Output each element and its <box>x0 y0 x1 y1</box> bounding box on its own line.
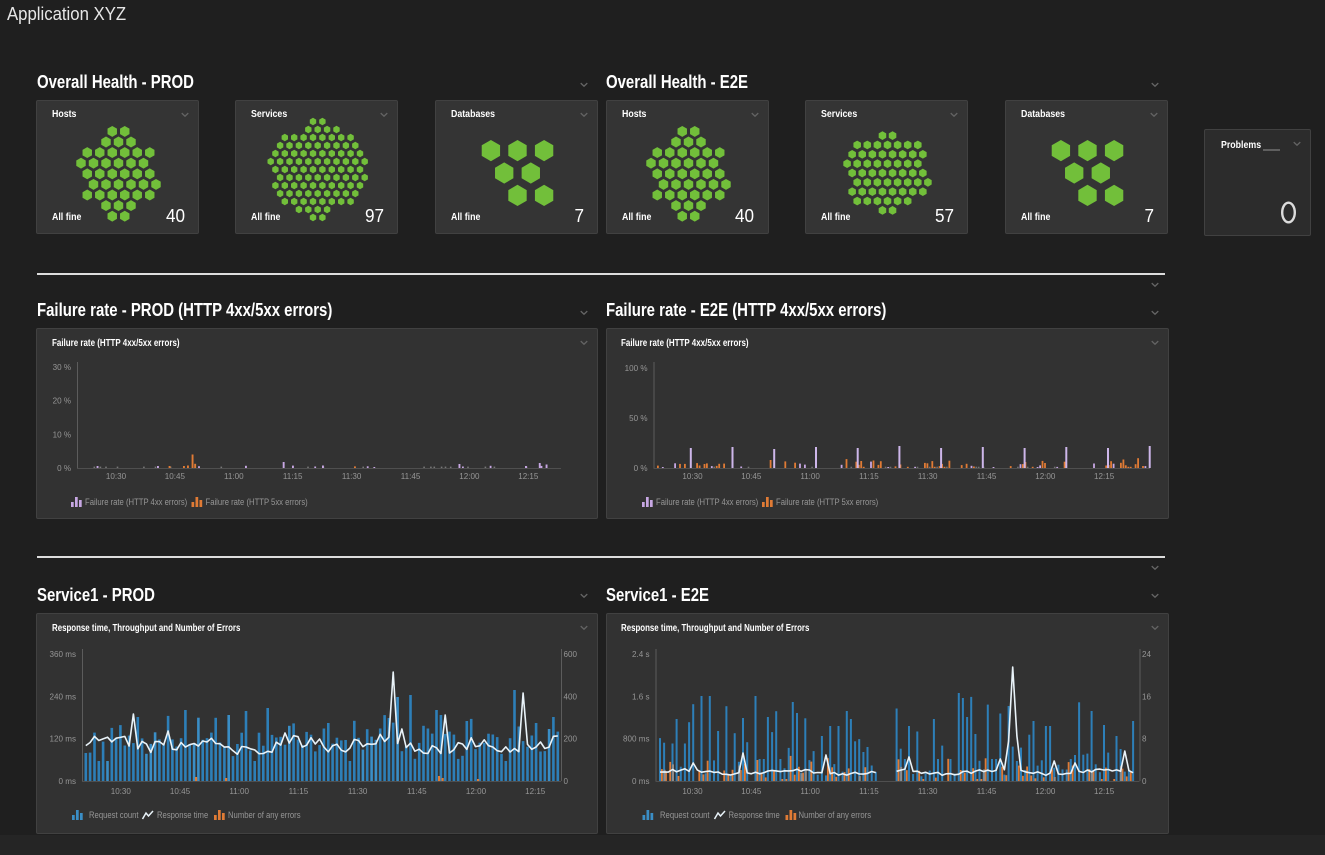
svg-text:Response time: Response time <box>728 809 779 820</box>
svg-text:12:15: 12:15 <box>518 471 539 481</box>
svg-text:10:45: 10:45 <box>741 786 762 796</box>
svg-text:11:15: 11:15 <box>859 471 879 481</box>
svg-text:10:30: 10:30 <box>682 786 703 796</box>
svg-text:11:30: 11:30 <box>917 786 937 796</box>
svg-text:16: 16 <box>1142 691 1151 701</box>
svg-text:11:00: 11:00 <box>229 786 249 796</box>
svg-text:12:15: 12:15 <box>525 786 546 796</box>
svg-text:12:00: 12:00 <box>466 786 487 796</box>
svg-text:24: 24 <box>1142 649 1151 659</box>
svg-text:11:45: 11:45 <box>401 471 421 481</box>
svg-text:12:00: 12:00 <box>1035 471 1056 481</box>
svg-text:360 ms: 360 ms <box>50 649 76 659</box>
svg-text:600: 600 <box>564 649 578 659</box>
svg-text:11:00: 11:00 <box>224 471 244 481</box>
svg-text:100 %: 100 % <box>624 363 647 373</box>
svg-text:0 %: 0 % <box>633 463 648 473</box>
svg-text:12:00: 12:00 <box>1035 786 1056 796</box>
svg-text:11:15: 11:15 <box>289 786 309 796</box>
svg-text:0 ms: 0 ms <box>632 776 649 786</box>
svg-text:11:00: 11:00 <box>800 786 820 796</box>
svg-text:800 ms: 800 ms <box>623 733 649 743</box>
svg-text:Response time: Response time <box>157 809 208 820</box>
svg-text:10:45: 10:45 <box>170 786 191 796</box>
svg-text:10:45: 10:45 <box>741 471 762 481</box>
svg-text:12:15: 12:15 <box>1094 786 1115 796</box>
svg-text:10:30: 10:30 <box>106 471 127 481</box>
svg-text:Number of any errors: Number of any errors <box>228 809 301 820</box>
svg-text:11:45: 11:45 <box>976 786 996 796</box>
svg-text:Request count: Request count <box>660 809 710 820</box>
svg-text:11:30: 11:30 <box>917 471 937 481</box>
svg-text:11:30: 11:30 <box>348 786 368 796</box>
svg-text:1.6 s: 1.6 s <box>631 691 649 701</box>
svg-text:Request count: Request count <box>89 809 139 820</box>
svg-text:0: 0 <box>1142 776 1147 786</box>
svg-text:20 %: 20 % <box>53 395 72 405</box>
svg-text:11:30: 11:30 <box>342 471 362 481</box>
svg-text:0 ms: 0 ms <box>59 776 76 786</box>
svg-text:240 ms: 240 ms <box>50 691 76 701</box>
svg-text:Number of any errors: Number of any errors <box>798 809 871 820</box>
svg-text:Failure rate (HTTP 4xx errors): Failure rate (HTTP 4xx errors) <box>656 496 758 507</box>
svg-text:12:00: 12:00 <box>459 471 480 481</box>
svg-text:11:00: 11:00 <box>800 471 820 481</box>
svg-text:400: 400 <box>564 691 578 701</box>
svg-text:11:15: 11:15 <box>283 471 303 481</box>
svg-text:12:15: 12:15 <box>1094 471 1115 481</box>
svg-text:Failure rate (HTTP 5xx errors): Failure rate (HTTP 5xx errors) <box>776 496 878 507</box>
svg-text:30 %: 30 % <box>53 362 72 372</box>
svg-text:0: 0 <box>564 776 569 786</box>
svg-text:2.4 s: 2.4 s <box>631 649 649 659</box>
svg-text:10:30: 10:30 <box>111 786 132 796</box>
svg-text:50 %: 50 % <box>629 413 648 423</box>
svg-text:120 ms: 120 ms <box>50 733 76 743</box>
svg-text:11:45: 11:45 <box>976 471 996 481</box>
svg-text:8: 8 <box>1142 733 1147 743</box>
svg-text:10:30: 10:30 <box>682 471 703 481</box>
svg-text:200: 200 <box>564 733 578 743</box>
svg-text:11:15: 11:15 <box>859 786 879 796</box>
svg-text:Failure rate (HTTP 4xx errors): Failure rate (HTTP 4xx errors) <box>85 496 187 507</box>
svg-text:0 %: 0 % <box>57 463 72 473</box>
svg-text:11:45: 11:45 <box>407 786 427 796</box>
svg-text:10:45: 10:45 <box>165 471 186 481</box>
svg-text:Failure rate (HTTP 5xx errors): Failure rate (HTTP 5xx errors) <box>206 496 308 507</box>
svg-text:10 %: 10 % <box>53 429 72 439</box>
